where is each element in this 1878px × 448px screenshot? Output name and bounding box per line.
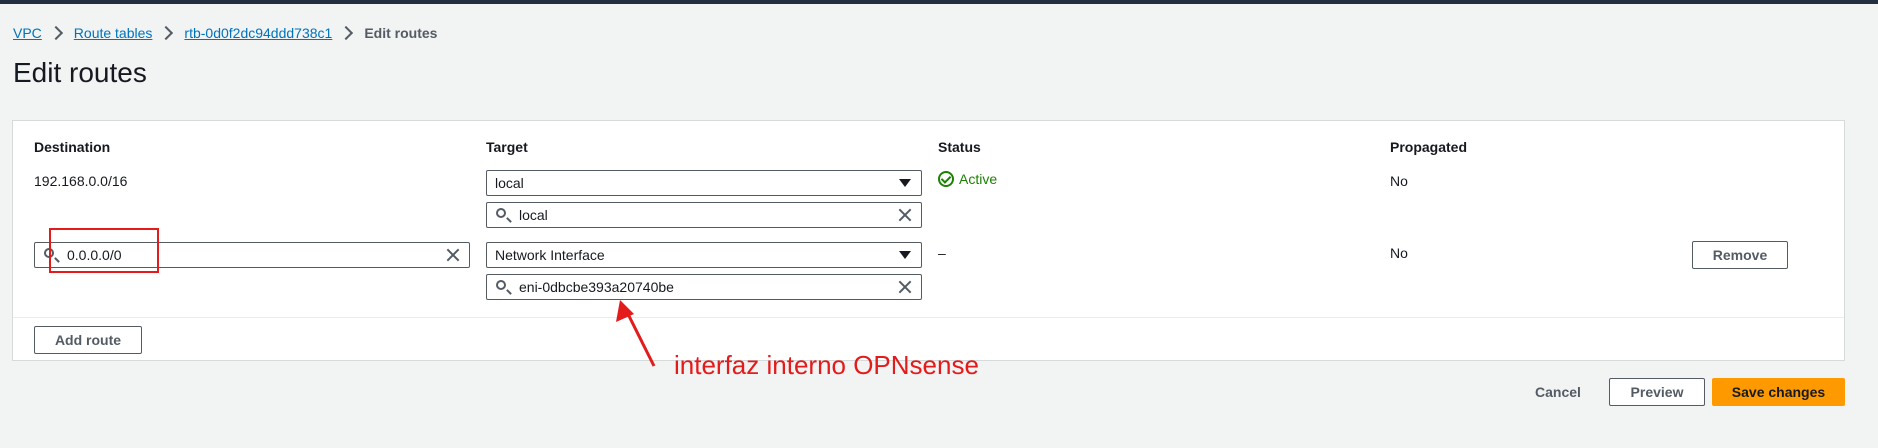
cancel-button[interactable]: Cancel (1535, 384, 1581, 400)
propagated-text: No (1390, 245, 1408, 261)
target-search-input[interactable]: eni-0dbcbe393a20740be (486, 274, 922, 300)
breadcrumb-current: Edit routes (364, 25, 438, 41)
breadcrumb-route-table-id[interactable]: rtb-0d0f2dc94ddd738c1 (184, 25, 332, 41)
breadcrumb-vpc[interactable]: VPC (13, 25, 42, 41)
target-type-select[interactable]: local (486, 170, 922, 196)
target-search-input[interactable]: local (486, 202, 922, 228)
divider (13, 317, 1844, 318)
save-changes-button[interactable]: Save changes (1712, 378, 1845, 406)
target-type-value: local (495, 175, 524, 191)
status-text: Active (959, 171, 998, 187)
chevron-right-icon (159, 25, 174, 41)
status-success-icon (938, 171, 954, 187)
annotation-arrow-icon (616, 300, 656, 367)
top-navigation-bar (0, 0, 1878, 4)
page-title: Edit routes (13, 57, 147, 88)
annotation-text: interfaz interno OPNsense (674, 350, 979, 380)
propagated-text: No (1390, 173, 1408, 189)
caret-down-icon (899, 251, 911, 259)
clear-icon[interactable] (897, 279, 913, 295)
status-active: Active (938, 171, 997, 187)
preview-button[interactable]: Preview (1609, 378, 1705, 406)
chevron-right-icon (48, 25, 63, 41)
annotation-highlight-box (49, 228, 159, 273)
chevron-right-icon (339, 25, 354, 41)
route-destination-text: 192.168.0.0/16 (34, 173, 128, 189)
remove-route-button[interactable]: Remove (1692, 241, 1788, 269)
search-icon (496, 280, 506, 290)
add-route-button[interactable]: Add route (34, 326, 142, 354)
header-destination: Destination (34, 139, 111, 155)
clear-icon[interactable] (445, 247, 461, 263)
header-propagated: Propagated (1390, 139, 1468, 155)
search-icon (496, 208, 506, 218)
breadcrumb: VPC Route tables rtb-0d0f2dc94ddd738c1 E… (13, 24, 437, 42)
status-text: – (938, 245, 946, 261)
header-target: Target (486, 139, 528, 155)
target-search-value: eni-0dbcbe393a20740be (519, 279, 674, 295)
target-type-value: Network Interface (495, 247, 605, 263)
header-status: Status (938, 139, 981, 155)
routes-panel: Destination Target Status Propagated 192… (12, 120, 1845, 361)
caret-down-icon (899, 179, 911, 187)
target-search-value: local (519, 207, 548, 223)
target-type-select[interactable]: Network Interface (486, 242, 922, 268)
breadcrumb-route-tables[interactable]: Route tables (74, 25, 153, 41)
clear-icon[interactable] (897, 207, 913, 223)
